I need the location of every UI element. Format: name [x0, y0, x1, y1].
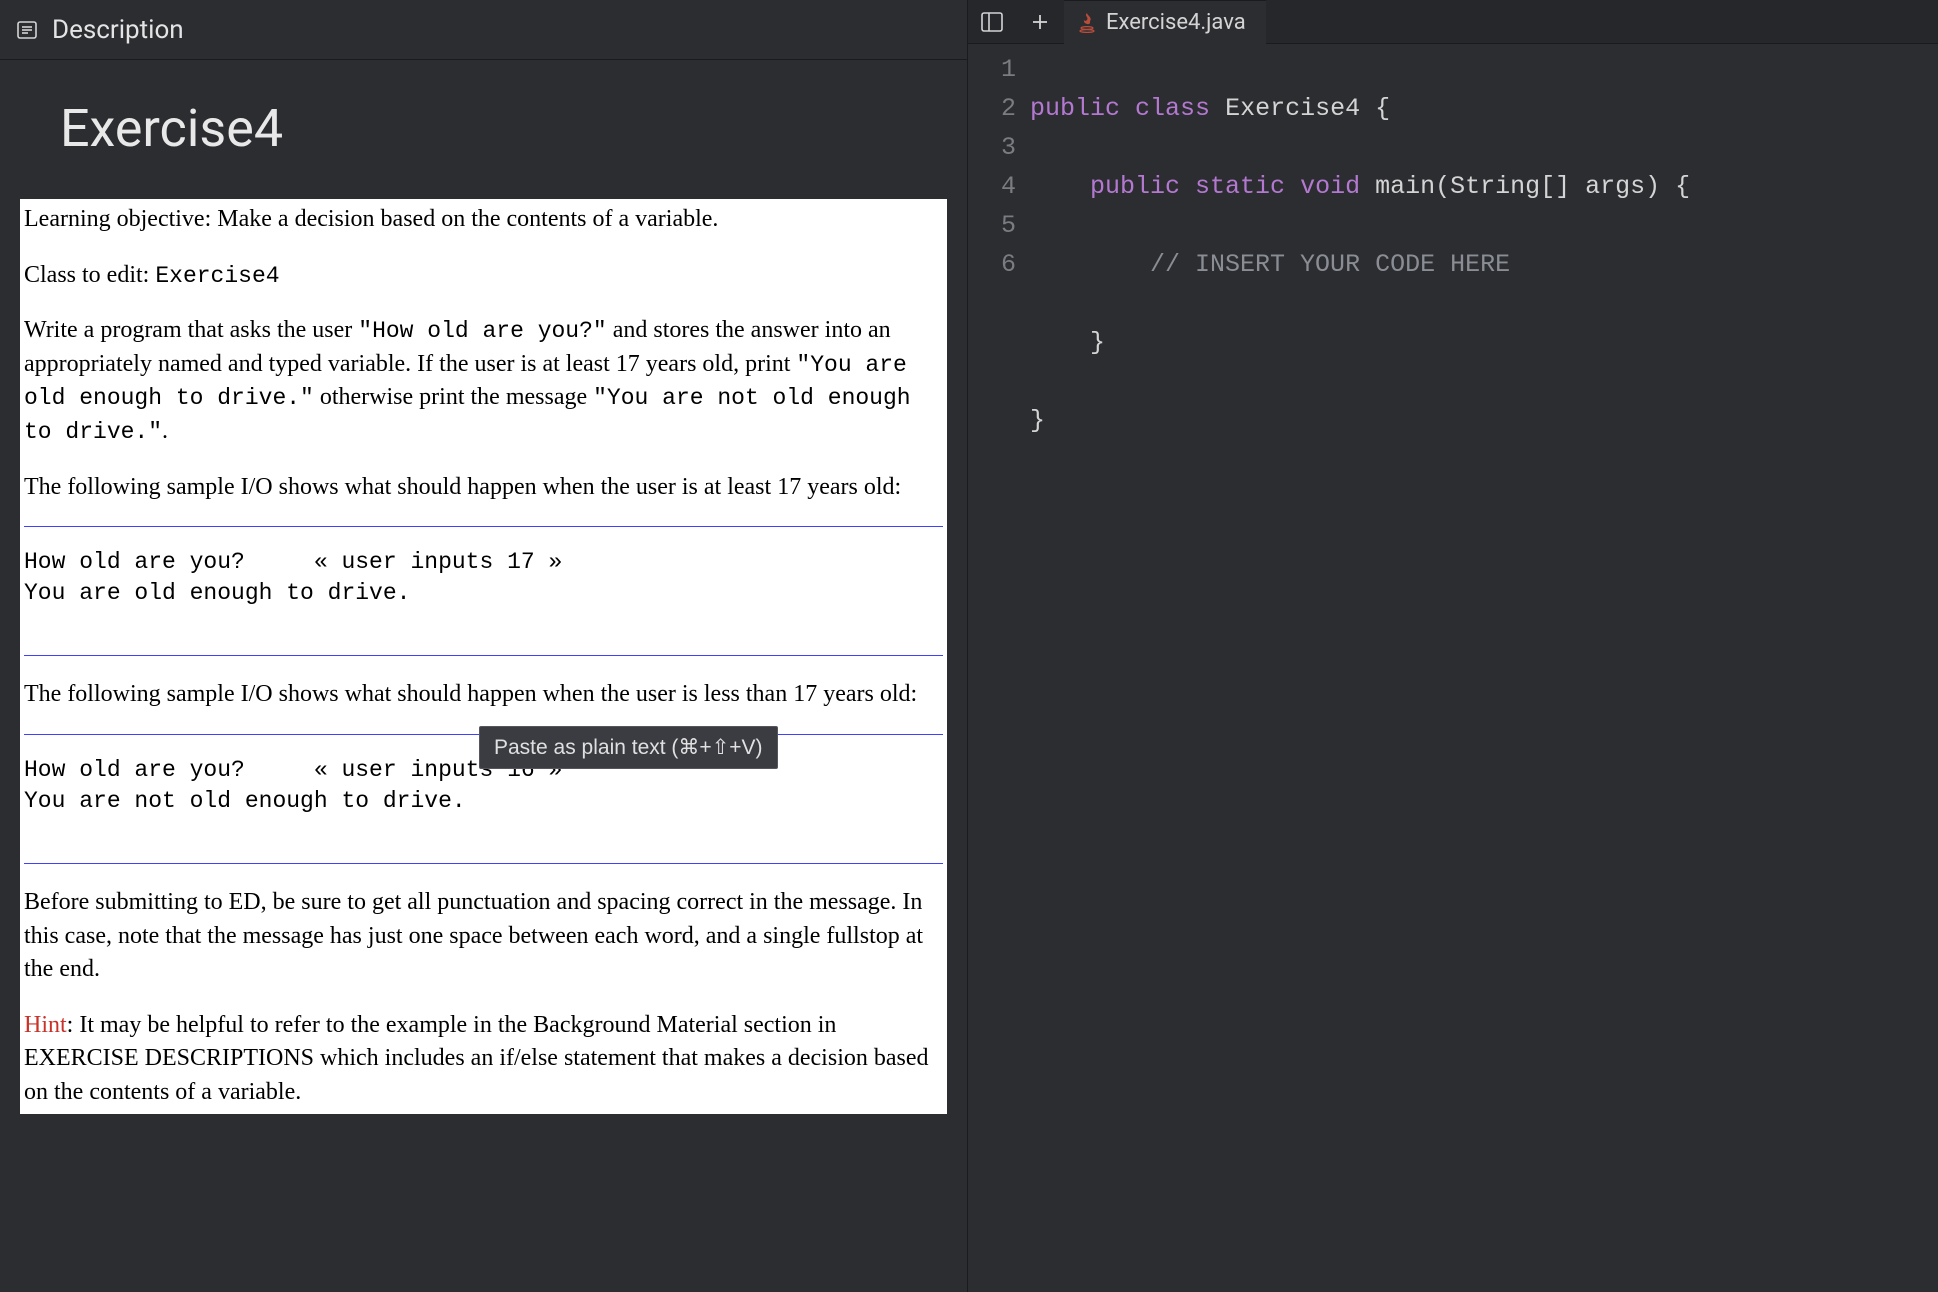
paste-tooltip: Paste as plain text (⌘+⇧+V) [479, 726, 778, 769]
code-editor[interactable]: 1 2 3 4 5 6 public class Exercise4 { pub… [968, 44, 1938, 596]
java-file-icon [1078, 11, 1096, 33]
sample1-intro: The following sample I/O shows what shou… [24, 471, 943, 505]
class-to-edit-name: Exercise4 [155, 263, 279, 289]
sample1-io: How old are you? « user inputs 17 » You … [24, 526, 943, 656]
learning-objective-prefix: Learning objective: [24, 206, 217, 232]
code-line: public class Exercise4 { [1030, 89, 1690, 128]
line-number-gutter: 1 2 3 4 5 6 [968, 50, 1030, 596]
hint-text: : It may be helpful to refer to the exam… [24, 1012, 929, 1105]
description-icon [14, 17, 40, 43]
document-area[interactable]: Learning objective: Make a decision base… [20, 199, 947, 1114]
class-to-edit: Class to edit: Exercise4 [24, 259, 943, 293]
tab-exercise4-java[interactable]: Exercise4.java [1064, 0, 1266, 43]
exercise-title: Exercise4 [60, 98, 967, 159]
line-number: 1 [968, 50, 1016, 89]
right-panel: Exercise4.java 1 2 3 4 5 6 public class … [968, 0, 1938, 1292]
tab-label: Exercise4.java [1106, 10, 1246, 35]
hint-paragraph: Hint: It may be helpful to refer to the … [24, 1009, 943, 1110]
line-number: 2 [968, 89, 1016, 128]
line-number: 5 [968, 206, 1016, 245]
code-line [1030, 479, 1690, 518]
description-header-label: Description [52, 15, 184, 45]
description-header: Description [0, 0, 967, 60]
tab-bar: Exercise4.java [968, 0, 1938, 44]
line-number: 3 [968, 128, 1016, 167]
code-content[interactable]: public class Exercise4 { public static v… [1030, 50, 1690, 596]
learning-objective: Learning objective: Make a decision base… [24, 203, 943, 237]
panel-toggle-button[interactable] [968, 0, 1016, 43]
sample2-intro: The following sample I/O shows what shou… [24, 678, 943, 712]
line-number: 6 [968, 245, 1016, 284]
title-section: Exercise4 [0, 60, 967, 199]
code-line: // INSERT YOUR CODE HERE [1030, 245, 1690, 284]
code-line: } [1030, 323, 1690, 362]
line-number: 4 [968, 167, 1016, 206]
before-submit-note: Before submitting to ED, be sure to get … [24, 886, 943, 987]
code-line: public static void main(String[] args) { [1030, 167, 1690, 206]
code-line: } [1030, 401, 1690, 440]
hint-label: Hint [24, 1012, 67, 1038]
new-tab-button[interactable] [1016, 0, 1064, 43]
left-panel: Description Exercise4 Learning objective… [0, 0, 968, 1292]
learning-objective-text: Make a decision based on the contents of… [217, 206, 718, 232]
class-to-edit-prefix: Class to edit: [24, 262, 155, 288]
instruction-paragraph: Write a program that asks the user "How … [24, 314, 943, 448]
